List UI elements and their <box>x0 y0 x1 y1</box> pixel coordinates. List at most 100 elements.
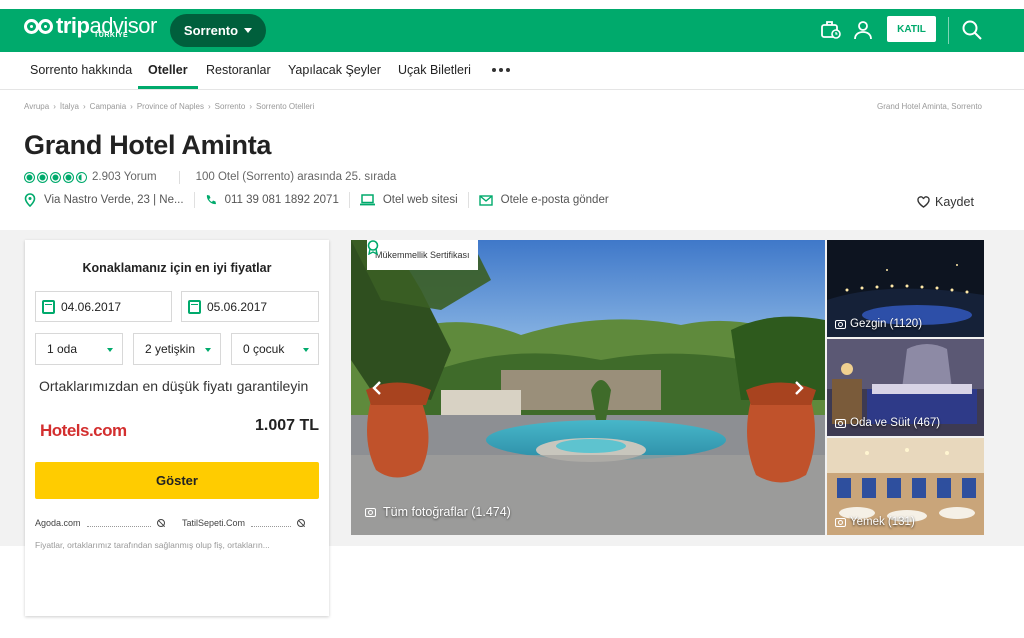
adults-value: 2 yetişkin <box>145 342 196 356</box>
breadcrumb: Avrupa › İtalya › Campania › Province of Na… <box>24 102 315 111</box>
camera-icon <box>835 517 846 527</box>
heart-icon <box>917 196 930 208</box>
laptop-icon <box>359 194 375 206</box>
thumb-label: Gezgin (1120) <box>835 318 922 330</box>
adults-select[interactable]: 2 yetişkin <box>133 333 221 365</box>
unavailable-icon <box>156 519 165 527</box>
breadcrumb-item[interactable]: Avrupa <box>24 102 49 111</box>
location-selector[interactable]: Sorrento <box>170 14 266 47</box>
user-icon[interactable] <box>852 19 874 41</box>
checkout-date-field[interactable]: 05.06.2017 <box>181 291 319 322</box>
chevron-down-icon <box>244 28 253 33</box>
partner-agoda[interactable]: Agoda.com <box>35 518 165 528</box>
address-text: Via Nastro Verde, 23 | Ne... <box>44 194 184 206</box>
checkout-date-value: 05.06.2017 <box>207 299 268 314</box>
nav-item-flights[interactable]: Uçak Biletleri <box>398 52 471 89</box>
show-deal-button[interactable]: Göster <box>35 462 319 499</box>
partner-tatilsepeti[interactable]: TatilSepeti.Com <box>182 518 306 528</box>
divider <box>178 170 180 184</box>
previous-photo-button[interactable] <box>359 370 395 406</box>
nav-item-about[interactable]: Sorrento hakkında <box>30 52 132 89</box>
thumb-dining-photos[interactable]: Yemek (131) <box>827 438 984 535</box>
nav-item-restaurants[interactable]: Restoranlar <box>206 52 271 89</box>
phone[interactable]: 011 39 081 1892 2071 <box>205 194 339 206</box>
breadcrumb-item[interactable]: Province of Naples <box>137 102 204 111</box>
nav-item-things-to-do[interactable]: Yapılacak Şeyler <box>288 52 381 89</box>
divider <box>348 192 350 208</box>
guarantee-text: Ortaklarımızdan en düşük fiyatı garantil… <box>39 378 309 394</box>
rating-bubbles[interactable] <box>24 171 87 183</box>
hotel-info-row: Via Nastro Verde, 23 | Ne... 011 39 081 … <box>24 192 609 208</box>
partner-name: TatilSepeti.Com <box>182 518 246 528</box>
rooms-select[interactable]: 1 oda <box>35 333 123 365</box>
hotels-com-logo[interactable]: Hotels.com <box>40 421 127 441</box>
rating-bubble-icon <box>63 171 74 183</box>
suitcase-icon[interactable] <box>820 19 842 41</box>
thumb-label: Yemek (131) <box>835 516 915 528</box>
chevron-down-icon <box>303 348 309 352</box>
chevron-right-icon <box>795 381 804 395</box>
phone-text: 011 39 081 1892 2071 <box>224 194 339 206</box>
camera-icon <box>835 418 846 428</box>
thumb-traveler-photos[interactable]: Gezgin (1120) <box>827 240 984 337</box>
partner-name: Agoda.com <box>35 518 81 528</box>
disclaimer-text: Fiyatlar, ortaklarımız tarafından sağlan… <box>35 540 270 550</box>
chevron-down-icon <box>107 348 113 352</box>
owl-icon <box>24 19 56 37</box>
breadcrumb-item[interactable]: Campania <box>90 102 126 111</box>
calendar-icon <box>188 299 201 314</box>
ranking-text[interactable]: 100 Otel (Sorrento) arasında 25. sırada <box>196 171 397 183</box>
nav-item-hotels[interactable]: Oteller <box>138 52 198 89</box>
breadcrumb-item[interactable]: Sorrento <box>215 102 246 111</box>
thumb-room-photos[interactable]: Oda ve Süit (467) <box>827 339 984 436</box>
rooms-value: 1 oda <box>47 342 78 356</box>
certificate-badge[interactable]: Mükemmellik Sertifikası <box>367 240 478 270</box>
divider <box>193 192 195 208</box>
thumb-label: Oda ve Süit (467) <box>835 417 940 429</box>
review-count-link[interactable]: 2.903 Yorum <box>92 171 157 183</box>
next-photo-button[interactable] <box>781 370 817 406</box>
all-photos-label: Tüm fotoğraflar (1.474) <box>383 505 511 519</box>
rating-bubble-icon <box>50 171 61 183</box>
unavailable-icon <box>297 519 306 527</box>
breadcrumb-item[interactable]: Sorrento Otelleri <box>256 102 314 111</box>
checkin-date-value: 04.06.2017 <box>61 299 122 314</box>
camera-icon <box>365 507 376 517</box>
tripadvisor-logo[interactable]: tripadvisor <box>24 15 157 45</box>
email-link[interactable]: Otele e-posta gönder <box>478 194 609 206</box>
divider <box>467 192 469 208</box>
rating-row: 2.903 Yorum 100 Otel (Sorrento) arasında… <box>24 170 396 184</box>
breadcrumb-current: Grand Hotel Aminta, Sorrento <box>877 102 982 111</box>
rating-bubble-icon <box>24 171 35 183</box>
divider <box>948 17 949 44</box>
location-label: Sorrento <box>183 23 239 38</box>
price-value[interactable]: 1.007 TL <box>255 417 319 435</box>
price-card: Konaklamanız için en iyi fiyatlar 04.06.… <box>25 240 329 616</box>
chevron-down-icon <box>205 348 211 352</box>
phone-icon <box>206 195 216 205</box>
top-bar: tripadvisor TÜRKİYE Sorrento KATIL <box>0 9 1024 52</box>
search-icon[interactable] <box>961 19 983 41</box>
address[interactable]: Via Nastro Verde, 23 | Ne... <box>24 193 184 207</box>
children-value: 0 çocuk <box>243 342 285 356</box>
certificate-label: Mükemmellik Sertifikası <box>375 250 470 260</box>
rating-bubble-half-icon <box>76 171 87 183</box>
map-pin-icon <box>24 193 36 207</box>
rating-bubble-icon <box>37 171 48 183</box>
logo-country: TÜRKİYE <box>94 32 129 39</box>
chevron-left-icon <box>372 381 381 395</box>
children-select[interactable]: 0 çocuk <box>231 333 319 365</box>
checkin-date-field[interactable]: 04.06.2017 <box>35 291 172 322</box>
website-link[interactable]: Otel web sitesi <box>359 194 458 206</box>
save-button[interactable]: Kaydet <box>917 195 974 209</box>
price-card-title: Konaklamanız için en iyi fiyatlar <box>82 261 272 275</box>
join-button[interactable]: KATIL <box>887 16 936 42</box>
secondary-nav: Sorrento hakkında Oteller Restoranlar Ya… <box>0 52 1024 90</box>
save-label: Kaydet <box>935 195 974 209</box>
all-photos-link[interactable]: Tüm fotoğraflar (1.474) <box>365 505 511 519</box>
breadcrumb-item[interactable]: İtalya <box>60 102 79 111</box>
camera-icon <box>835 319 846 329</box>
more-dots-icon[interactable] <box>492 68 510 72</box>
calendar-icon <box>42 299 55 314</box>
main-photo[interactable]: Mükemmellik Sertifikası Tüm fotoğraflar … <box>351 240 825 535</box>
